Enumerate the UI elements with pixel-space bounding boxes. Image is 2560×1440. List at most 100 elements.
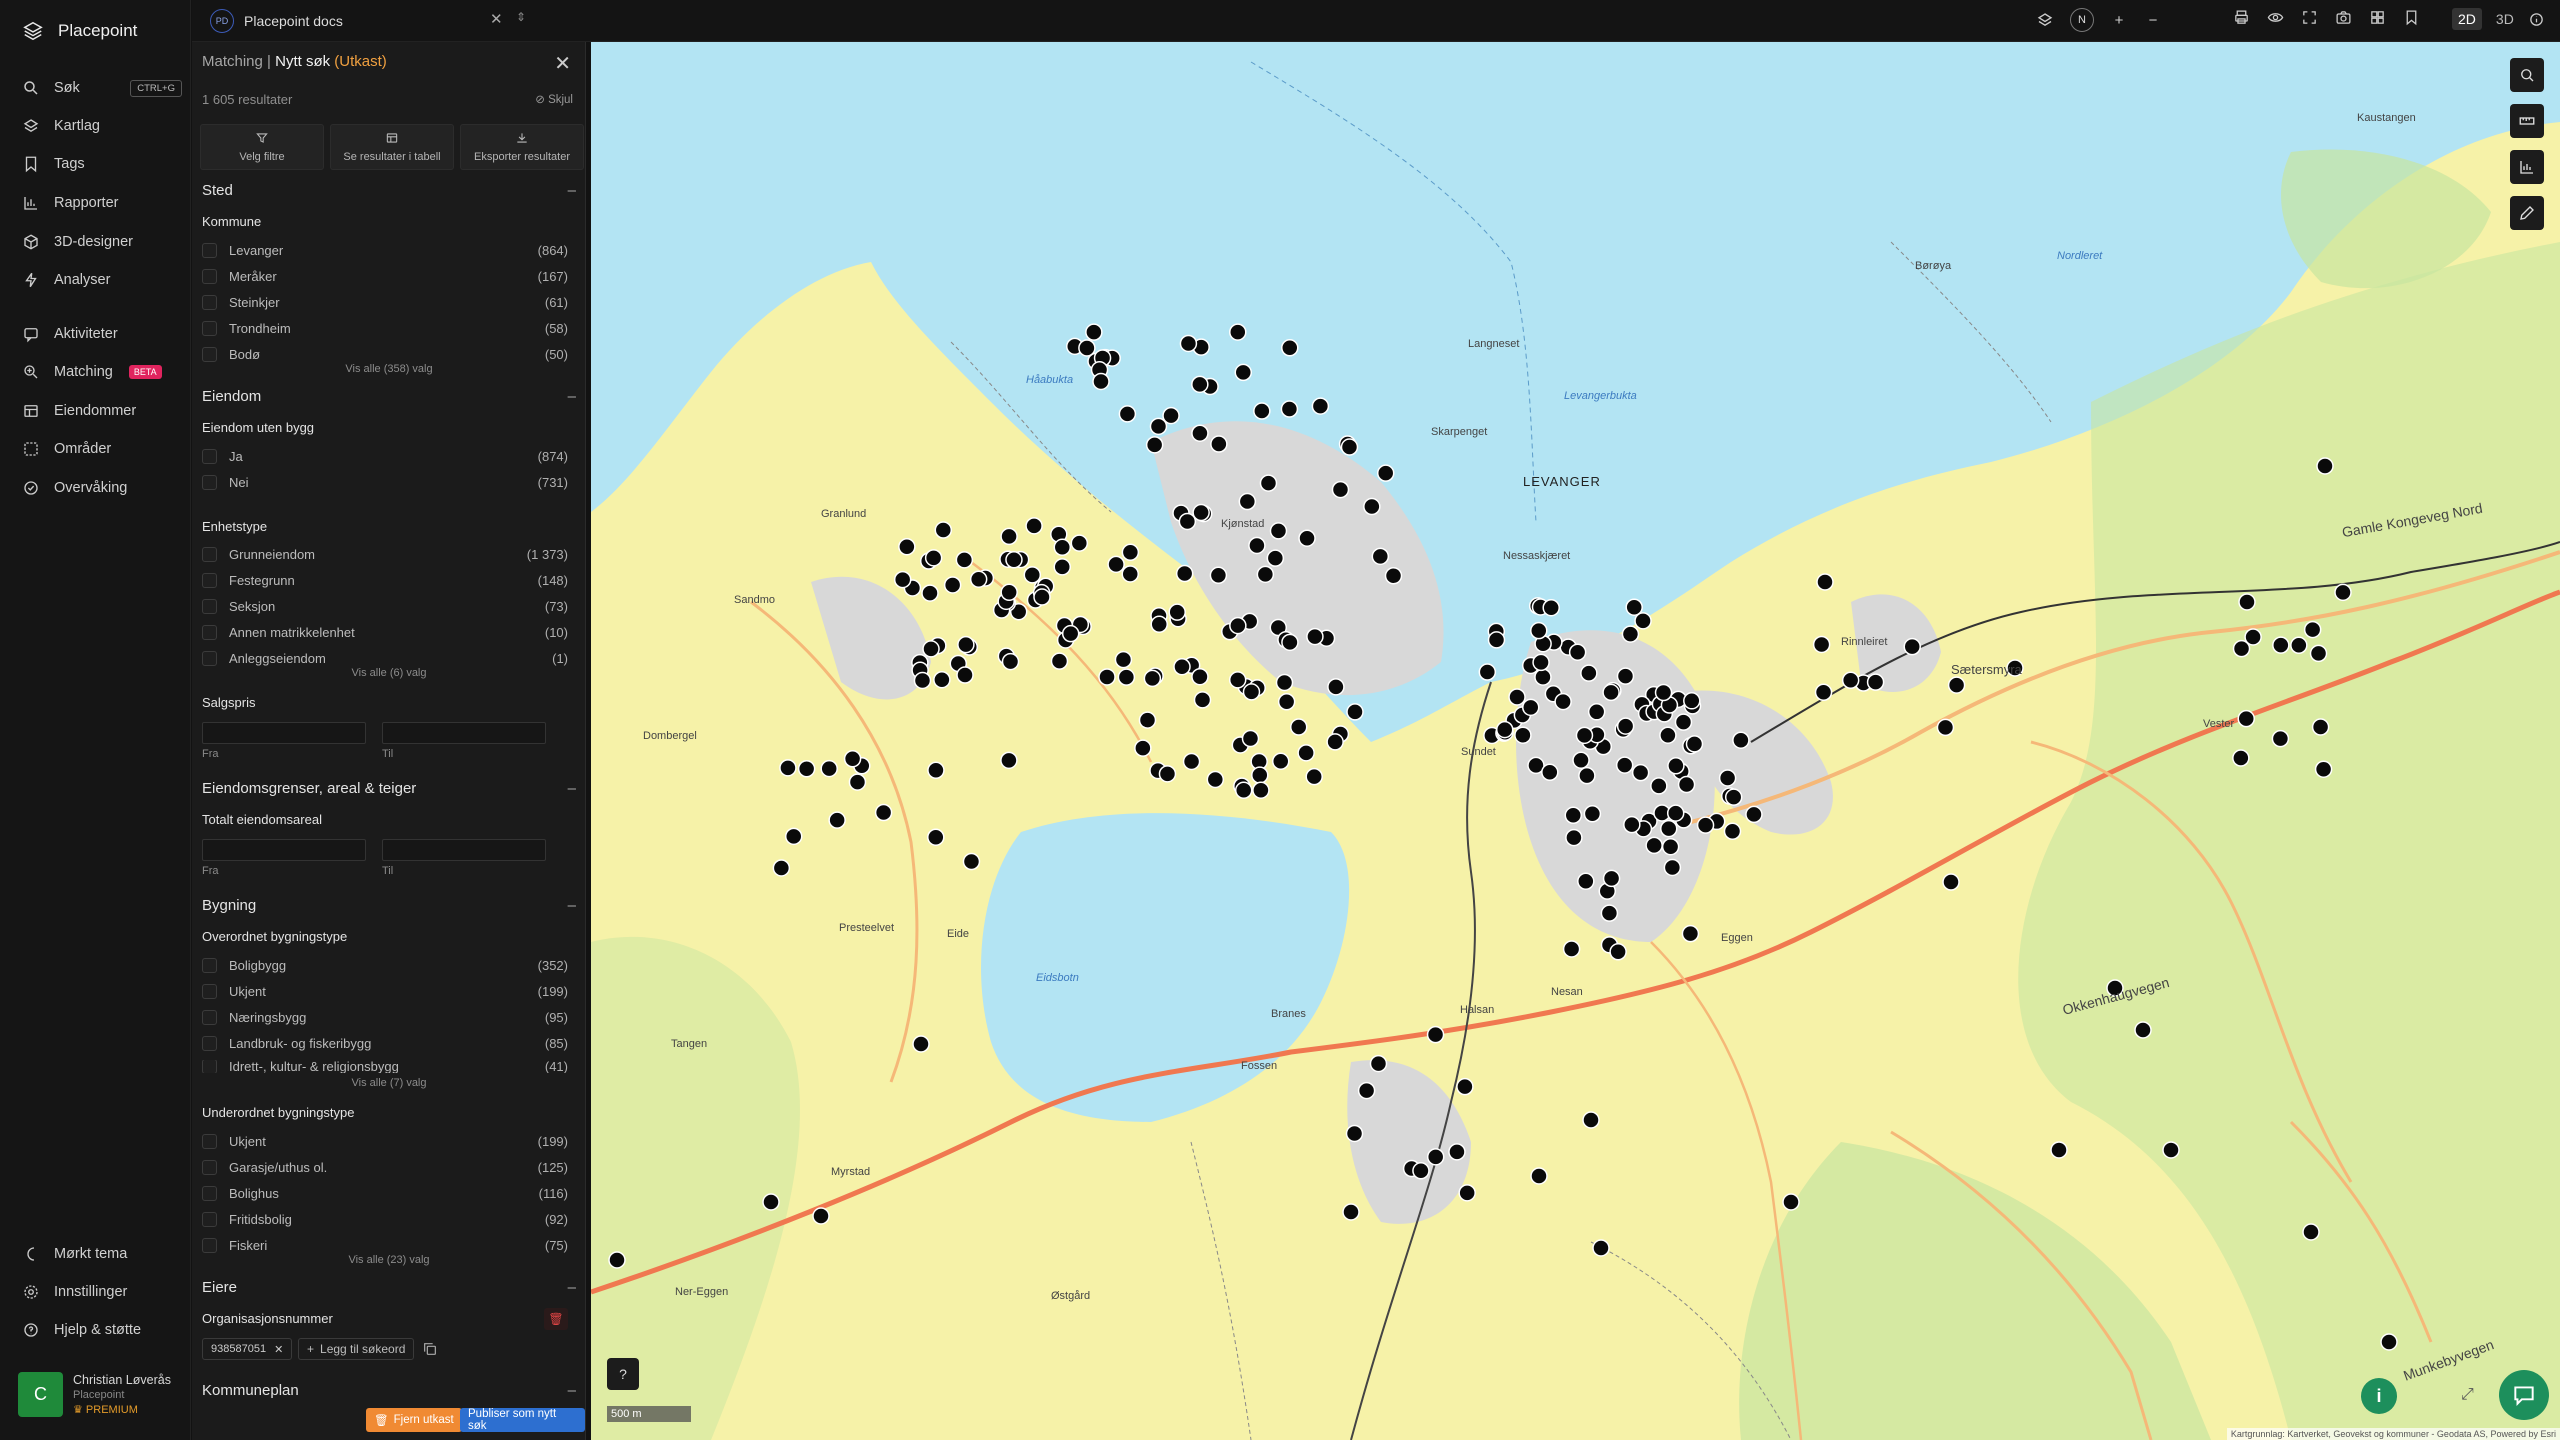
result-marker[interactable] bbox=[828, 811, 846, 829]
section-grenser[interactable]: Eiendomsgrenser, areal & teiger – bbox=[202, 780, 576, 797]
checkbox[interactable] bbox=[202, 474, 217, 490]
nav-item-search[interactable]: Søk CTRL+G bbox=[22, 76, 182, 100]
result-marker[interactable] bbox=[1621, 625, 1640, 643]
result-marker[interactable] bbox=[1564, 806, 1583, 825]
result-marker[interactable] bbox=[1663, 858, 1682, 877]
result-marker[interactable] bbox=[1191, 375, 1209, 394]
measure-button[interactable] bbox=[2510, 104, 2544, 138]
result-marker[interactable] bbox=[1602, 869, 1621, 888]
checkbox[interactable] bbox=[202, 1035, 217, 1051]
result-marker[interactable] bbox=[1158, 765, 1177, 783]
result-marker[interactable] bbox=[2050, 1141, 2068, 1159]
result-marker[interactable] bbox=[1248, 536, 1266, 555]
result-marker[interactable] bbox=[1602, 683, 1620, 702]
compass-button[interactable]: N bbox=[2070, 8, 2094, 32]
result-marker[interactable] bbox=[1534, 668, 1552, 686]
result-marker[interactable] bbox=[1426, 1148, 1445, 1166]
result-marker[interactable] bbox=[608, 1251, 626, 1269]
add-keyword-button[interactable]: + Legg til søkeord bbox=[298, 1338, 415, 1360]
result-marker[interactable] bbox=[1179, 334, 1198, 353]
result-marker[interactable] bbox=[1175, 564, 1194, 583]
result-marker[interactable] bbox=[1568, 643, 1587, 661]
map-layers-button[interactable] bbox=[2510, 58, 2544, 92]
grid-icon[interactable] bbox=[2368, 8, 2386, 26]
layers-stack-icon[interactable] bbox=[2036, 11, 2054, 29]
result-marker[interactable] bbox=[1281, 339, 1299, 357]
nav-item-help[interactable]: Hjelp & støtte bbox=[22, 1318, 182, 1342]
result-marker[interactable] bbox=[1745, 805, 1763, 824]
option-meraker[interactable]: Meråker (167) bbox=[202, 267, 568, 285]
option-festegrunn[interactable]: Festegrunn (148) bbox=[202, 571, 568, 589]
nav-item-reports[interactable]: Rapporter bbox=[22, 191, 182, 215]
result-marker[interactable] bbox=[1487, 631, 1506, 649]
result-marker[interactable] bbox=[1192, 503, 1210, 522]
option-anleggseiendom[interactable]: Anleggseiendom (1) bbox=[202, 649, 568, 667]
result-marker[interactable] bbox=[962, 852, 981, 871]
result-marker[interactable] bbox=[1645, 836, 1663, 855]
result-marker[interactable] bbox=[1631, 763, 1650, 782]
mode-3d-button[interactable]: 3D bbox=[2490, 8, 2520, 30]
result-marker[interactable] bbox=[1625, 598, 1643, 616]
close-panel-icon[interactable]: ✕ bbox=[554, 51, 571, 76]
checkbox[interactable] bbox=[202, 983, 217, 999]
result-marker[interactable] bbox=[1376, 464, 1395, 482]
result-marker[interactable] bbox=[1508, 688, 1526, 706]
statistics-button[interactable] bbox=[2510, 150, 2544, 184]
result-marker[interactable] bbox=[1070, 534, 1089, 552]
result-marker[interactable] bbox=[2290, 636, 2308, 655]
result-marker[interactable] bbox=[1683, 692, 1701, 710]
checkbox[interactable] bbox=[202, 546, 217, 562]
mode-2d-button[interactable]: 2D bbox=[2452, 8, 2482, 30]
result-marker[interactable] bbox=[820, 759, 838, 778]
result-marker[interactable] bbox=[912, 1035, 930, 1053]
result-marker[interactable] bbox=[1426, 1025, 1445, 1044]
result-marker[interactable] bbox=[1580, 664, 1598, 682]
result-marker[interactable] bbox=[1252, 781, 1270, 799]
result-marker[interactable] bbox=[1478, 663, 1497, 681]
result-marker[interactable] bbox=[1530, 1167, 1548, 1185]
result-marker[interactable] bbox=[1814, 683, 1833, 702]
nav-item-tags[interactable]: Tags bbox=[22, 152, 182, 176]
result-marker[interactable] bbox=[1297, 744, 1315, 762]
brand[interactable]: Placepoint bbox=[22, 20, 137, 42]
eye-icon[interactable] bbox=[2266, 8, 2284, 26]
show-all-enhetstype-link[interactable]: Vis alle (6) valg bbox=[192, 667, 585, 679]
checkbox[interactable] bbox=[202, 242, 217, 258]
result-marker[interactable] bbox=[1345, 1124, 1364, 1143]
option-fiskeri[interactable]: Fiskeri (75) bbox=[202, 1236, 568, 1254]
option-boligbygg[interactable]: Boligbygg (352) bbox=[202, 956, 568, 974]
result-marker[interactable] bbox=[812, 1207, 830, 1225]
result-marker[interactable] bbox=[1050, 652, 1069, 670]
section-sted[interactable]: Sted – bbox=[202, 182, 576, 199]
document-selector[interactable]: PD Placepoint docs bbox=[210, 9, 343, 33]
result-marker[interactable] bbox=[1782, 1193, 1800, 1211]
checkbox[interactable] bbox=[202, 1185, 217, 1201]
result-marker[interactable] bbox=[1674, 713, 1693, 731]
result-marker[interactable] bbox=[1033, 588, 1051, 606]
option-fritidsbolig[interactable]: Fritidsbolig (92) bbox=[202, 1210, 568, 1228]
result-marker[interactable] bbox=[1206, 770, 1225, 789]
bookmark-outline-icon[interactable] bbox=[2402, 8, 2420, 26]
checkbox[interactable] bbox=[202, 1009, 217, 1025]
result-marker[interactable] bbox=[933, 670, 951, 689]
result-marker[interactable] bbox=[1253, 402, 1271, 420]
result-marker[interactable] bbox=[1327, 678, 1345, 696]
result-marker[interactable] bbox=[843, 750, 862, 768]
result-marker[interactable] bbox=[2237, 709, 2255, 728]
result-marker[interactable] bbox=[1138, 711, 1157, 729]
result-marker[interactable] bbox=[1616, 667, 1635, 685]
result-marker[interactable] bbox=[2134, 1021, 2152, 1039]
option-ukjent[interactable]: Ukjent (199) bbox=[202, 982, 568, 1000]
result-marker[interactable] bbox=[1229, 323, 1247, 341]
result-marker[interactable] bbox=[772, 859, 791, 877]
result-marker[interactable] bbox=[1001, 652, 1020, 671]
result-marker[interactable] bbox=[1947, 676, 1966, 694]
show-table-button[interactable]: Se resultater i tabell bbox=[330, 124, 454, 170]
result-marker[interactable] bbox=[1841, 671, 1860, 690]
option-annen[interactable]: Annen matrikkelenhet (10) bbox=[202, 623, 568, 641]
result-marker[interactable] bbox=[1281, 633, 1299, 652]
collapse-icon[interactable]: – bbox=[568, 1279, 576, 1296]
result-marker[interactable] bbox=[1168, 603, 1186, 621]
result-marker[interactable] bbox=[2311, 718, 2330, 736]
section-eiendom[interactable]: Eiendom – bbox=[202, 388, 576, 405]
